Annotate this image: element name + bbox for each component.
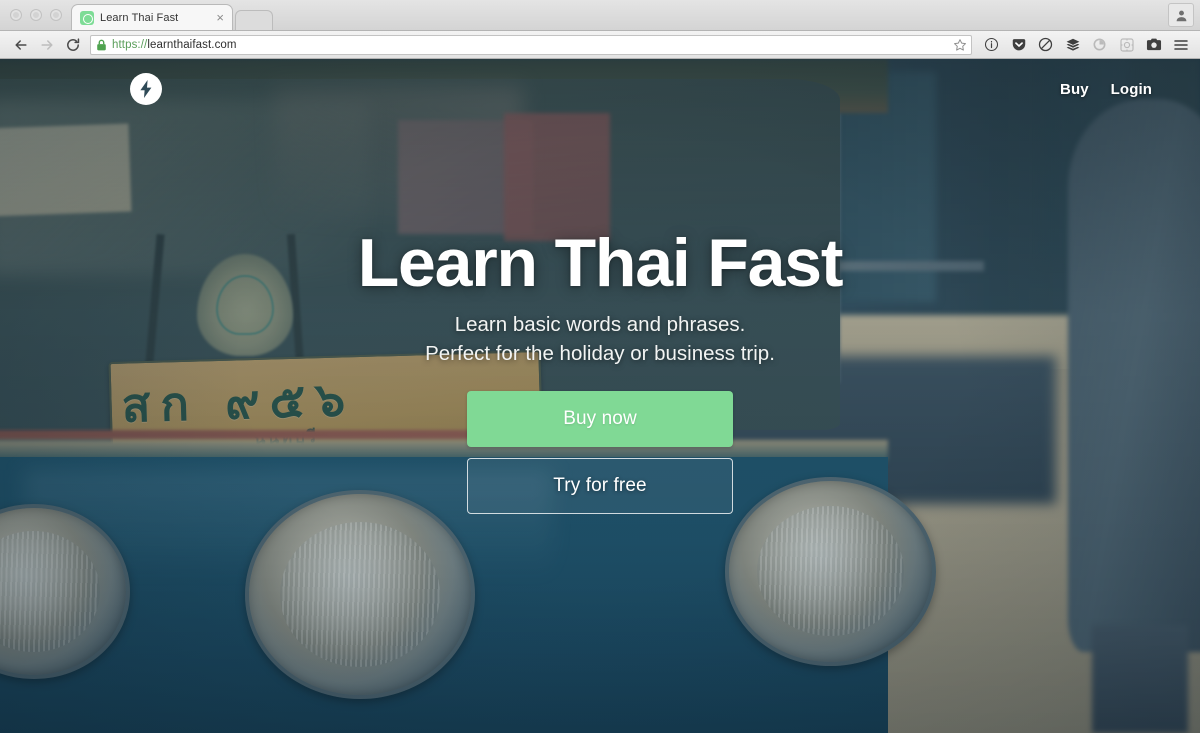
user-avatar-icon[interactable] (1168, 3, 1194, 27)
title-bar: Learn Thai Fast × (0, 0, 1200, 31)
page-viewport: สก ๙๕๖ นนทบุรี (0, 59, 1200, 733)
pocket-icon[interactable] (1005, 34, 1032, 56)
url-scheme: https:// (112, 38, 148, 51)
site-navigation: Buy Login (0, 59, 1200, 119)
hero-subtitle-line-2: Perfect for the holiday or business trip… (425, 342, 775, 366)
tab-strip: Learn Thai Fast × (71, 0, 1200, 30)
circle-target-favicon (80, 10, 94, 25)
buy-now-button[interactable]: Buy now (467, 390, 733, 447)
navigation-toolbar: https://learnthaifast.com (0, 31, 1200, 59)
nav-link-buy[interactable]: Buy (1060, 81, 1089, 98)
maximize-window-button[interactable] (50, 8, 62, 21)
new-tab-button[interactable] (235, 10, 273, 30)
hero-subtitle: Learn basic words and phrases. Perfect f… (40, 310, 1160, 368)
lightning-bolt-logo[interactable] (130, 73, 162, 105)
browser-tab[interactable]: Learn Thai Fast × (71, 4, 233, 30)
info-circle-icon[interactable] (978, 34, 1005, 56)
star-icon[interactable] (953, 38, 967, 52)
green-padlock-icon (96, 39, 107, 51)
extension-icons (978, 34, 1194, 56)
url-host: learnthaifast.com (147, 38, 237, 51)
tab-title: Learn Thai Fast (100, 11, 179, 24)
nav-links: Buy Login (1060, 81, 1152, 98)
try-for-free-button[interactable]: Try for free (467, 457, 733, 514)
reload-icon[interactable] (60, 34, 86, 56)
layers-stack-icon[interactable] (1059, 34, 1086, 56)
forward-arrow-icon (34, 34, 60, 56)
minimize-window-button[interactable] (30, 8, 42, 21)
hero-section: Learn Thai Fast Learn basic words and ph… (0, 225, 1200, 514)
page-title: Learn Thai Fast (357, 225, 844, 301)
camera-icon[interactable] (1140, 34, 1167, 56)
browser-window: Learn Thai Fast × https://learnthaifast.… (0, 0, 1200, 733)
back-arrow-icon[interactable] (8, 34, 34, 56)
url-text: https://learnthaifast.com (112, 39, 237, 51)
close-window-button[interactable] (10, 8, 22, 21)
window-controls (0, 0, 71, 30)
nav-link-login[interactable]: Login (1111, 81, 1152, 98)
address-bar[interactable]: https://learnthaifast.com (90, 34, 972, 55)
sync-circle-icon[interactable] (1086, 34, 1113, 56)
hamburger-menu-icon[interactable] (1167, 34, 1194, 56)
adblock-icon[interactable] (1032, 34, 1059, 56)
cta-group: Buy now Try for free (467, 390, 733, 514)
qr-square-icon[interactable] (1113, 34, 1140, 56)
close-icon[interactable]: × (210, 11, 224, 24)
hero-subtitle-line-1: Learn basic words and phrases. (454, 313, 746, 337)
